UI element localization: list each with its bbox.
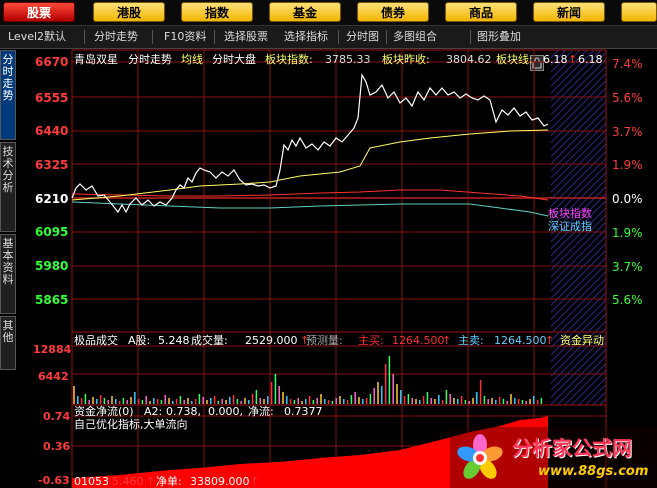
percent-axis-label: 3.7% <box>612 125 643 139</box>
price-axis-label: 6210 <box>35 192 69 206</box>
zero-value: 0.000, <box>208 405 243 418</box>
flower-logo-icon <box>457 434 503 479</box>
board-line-label: 板块线: <box>496 53 533 66</box>
up-arrow-icon: ↑ <box>146 475 156 488</box>
bottom-price: 5.460 <box>112 475 144 488</box>
bottom-net-value: 33809.000 <box>190 475 250 488</box>
percent-axis-label: 7.4% <box>612 57 643 71</box>
volume-axis-label: 12884 <box>33 343 72 356</box>
stock-name: 青岛双星 <box>74 53 118 66</box>
percent-axis-label: 1.9% <box>612 226 643 240</box>
chart-name: 分时走势 <box>128 53 172 66</box>
forecast-label: 预测量: <box>306 334 343 347</box>
volume-label: 成交量: <box>191 334 228 347</box>
percent-axis-label: 3.7% <box>612 260 643 274</box>
market-label: 分时大盘 <box>212 53 256 66</box>
price-axis-label: 5980 <box>35 259 69 273</box>
a-share-label: A股: <box>128 334 151 347</box>
average-price-line <box>71 129 549 201</box>
watermark-url: www.88gs.com <box>538 464 649 479</box>
board-prev-value: 3804.62 <box>446 53 492 66</box>
flow-axis-label: -0.63 <box>38 474 70 487</box>
board-index-label: 板块指数: <box>265 53 313 66</box>
flow-axis-label: 0.36 <box>43 440 71 453</box>
bottom-code: 01053 <box>74 475 109 488</box>
volume-bars <box>73 356 543 404</box>
up-arrow-icon: ↑ <box>545 334 555 347</box>
bottom-net-label: 净单: <box>156 475 182 488</box>
board-prev-label: 板块昨收: <box>382 53 430 66</box>
legend-szse-index: 深证成指 <box>548 220 592 233</box>
up-arrow-icon: ↑ <box>250 475 260 488</box>
price-line <box>71 73 549 214</box>
flow-title: 资金净流(0) <box>74 405 134 418</box>
volume-axis-label: 6442 <box>38 370 69 383</box>
price-axis-label: 6095 <box>35 225 69 239</box>
board-line-value: 6.18 <box>543 53 568 66</box>
watermark-title: 分析家公式网 <box>512 436 632 460</box>
price-axis-label: 6670 <box>35 55 69 69</box>
main-buy-value: 1264.500 <box>392 334 445 347</box>
price-axis-label: 6440 <box>35 124 69 138</box>
a-share-value: 5.248 <box>158 334 190 347</box>
board-line-value-2: 6.18 <box>578 53 603 66</box>
board-index-value: 3785.33 <box>325 53 371 66</box>
main-buy-label: 主买: <box>358 334 384 347</box>
capital-alert-label: 资金异动 <box>560 334 604 347</box>
percent-axis-label: 5.6% <box>612 91 643 105</box>
volume-title: 极品成交 <box>74 334 118 347</box>
legend-board-index: 板块指数 <box>548 207 592 220</box>
up-arrow-icon: ↑ <box>442 334 452 347</box>
volume-value: 2529.000 <box>245 334 298 347</box>
net-flow-value: 0.7377 <box>284 405 323 418</box>
percent-axis-label: 1.9% <box>612 158 643 172</box>
net-flow-label: 净流: <box>248 405 274 418</box>
up-arrow-icon: ↑ <box>568 53 578 66</box>
price-axis-label: 5865 <box>35 293 69 307</box>
after-hours-area <box>551 50 606 332</box>
main-sell-label: 主卖: <box>458 334 484 347</box>
main-sell-value: 1264.500 <box>494 334 547 347</box>
a2-label: A2: <box>144 405 163 418</box>
percent-axis-label: 0.0% <box>612 192 643 206</box>
price-axis-label: 6555 <box>35 91 69 105</box>
watermark: 分析家公式网 www.88gs.com <box>450 427 657 488</box>
price-axis-label: 6325 <box>35 158 69 172</box>
avg-line-label: 均线 <box>181 53 203 66</box>
flow-subtitle: 自己优化指标,大单流向 <box>74 418 188 431</box>
a2-value: 0.738, <box>166 405 201 418</box>
flow-axis-label: 0.74 <box>43 410 71 423</box>
percent-axis-label: 5.6% <box>612 293 643 307</box>
